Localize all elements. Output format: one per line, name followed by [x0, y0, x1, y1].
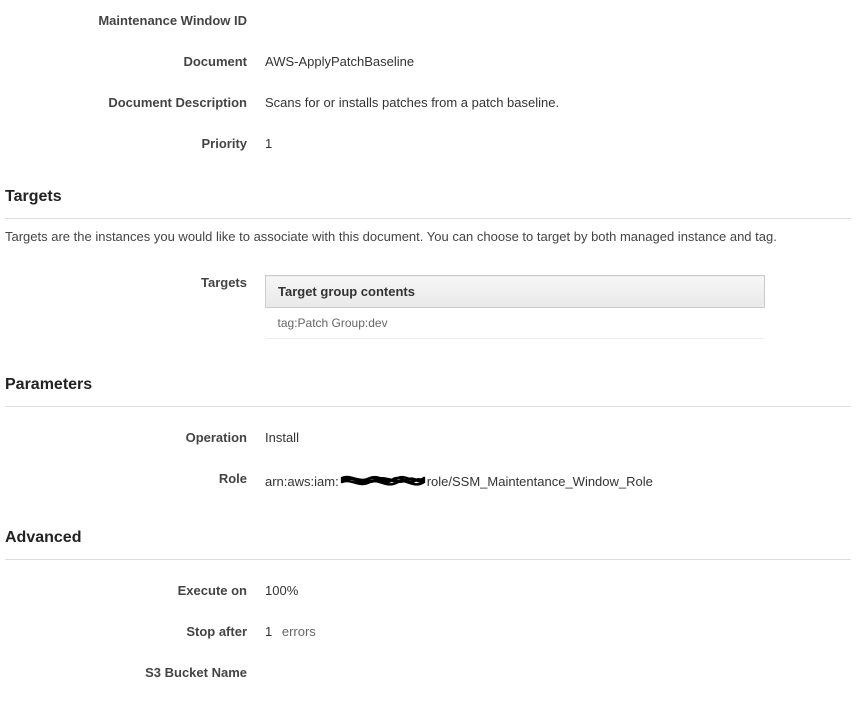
document-label: Document	[5, 54, 265, 69]
role-arn-prefix: arn:aws:iam:	[265, 474, 339, 489]
divider	[5, 559, 851, 560]
advanced-heading: Advanced	[5, 529, 851, 553]
document-description-label: Document Description	[5, 95, 265, 110]
stop-after-label: Stop after	[5, 624, 265, 639]
targets-description: Targets are the instances you would like…	[5, 229, 851, 244]
maintenance-window-id-label: Maintenance Window ID	[5, 13, 265, 28]
redacted-scribble-icon	[340, 471, 426, 492]
targets-table-cell: tag:Patch Group:dev	[266, 308, 765, 339]
operation-label: Operation	[5, 430, 265, 445]
stop-after-value: 1	[265, 624, 272, 639]
stop-after-value-wrapper: 1 errors	[265, 624, 316, 639]
priority-value: 1	[265, 136, 272, 151]
document-description-value: Scans for or installs patches from a pat…	[265, 95, 559, 110]
targets-heading: Targets	[5, 188, 851, 212]
parameters-heading: Parameters	[5, 376, 851, 400]
targets-table-header: Target group contents	[266, 276, 765, 308]
operation-value: Install	[265, 430, 299, 445]
targets-field-label: Targets	[5, 275, 265, 290]
stop-after-suffix: errors	[282, 624, 316, 639]
targets-table: Target group contents tag:Patch Group:de…	[265, 275, 765, 339]
divider	[5, 218, 851, 219]
execute-on-label: Execute on	[5, 583, 265, 598]
execute-on-value: 100%	[265, 583, 298, 598]
role-value: arn:aws:iam: role/SSM_Maintentance_Windo…	[265, 471, 653, 492]
s3-bucket-name-label: S3 Bucket Name	[5, 665, 265, 680]
role-arn-suffix: role/SSM_Maintentance_Window_Role	[427, 474, 653, 489]
role-label: Role	[5, 471, 265, 486]
priority-label: Priority	[5, 136, 265, 151]
targets-table-wrapper: Target group contents tag:Patch Group:de…	[265, 275, 765, 339]
divider	[5, 406, 851, 407]
document-value: AWS-ApplyPatchBaseline	[265, 54, 414, 69]
table-row: tag:Patch Group:dev	[266, 308, 765, 339]
